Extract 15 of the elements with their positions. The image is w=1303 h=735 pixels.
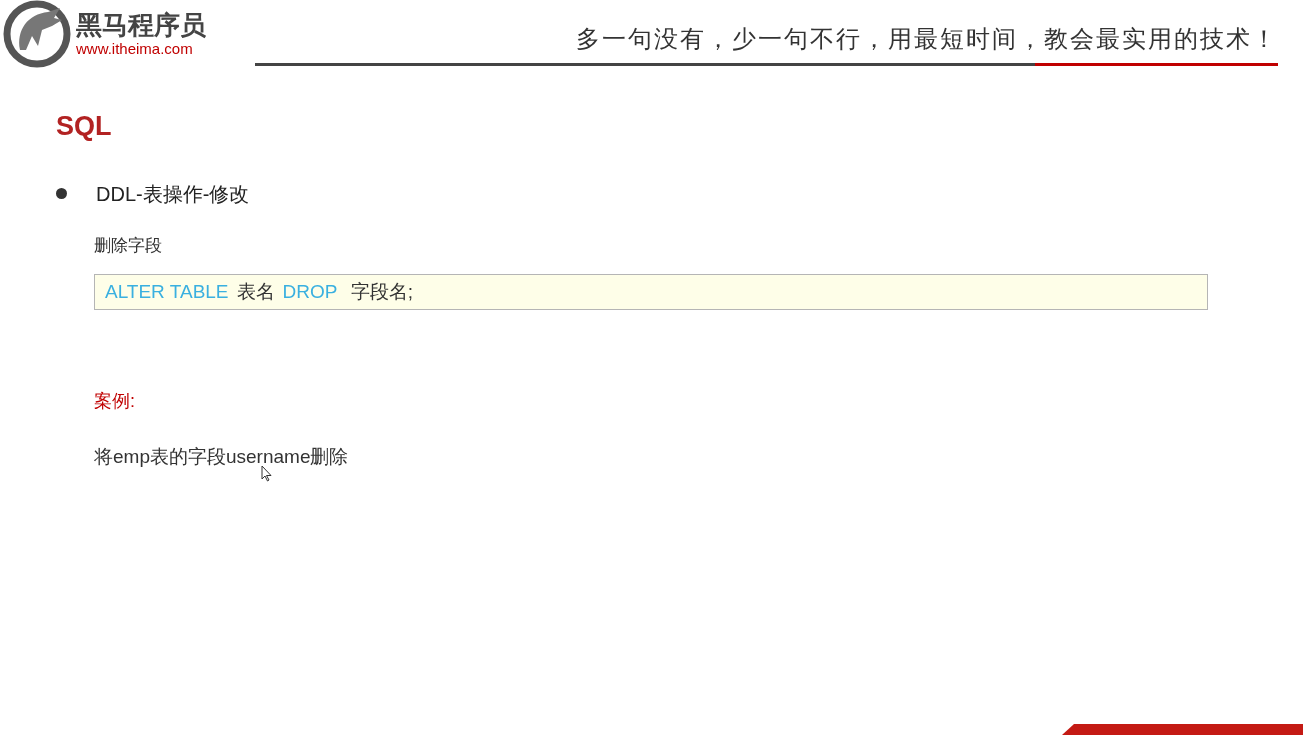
slogan: 多一句没有，少一句不行，用最短时间，教会最实用的技术！ [576, 24, 1278, 55]
horse-logo-icon [2, 0, 72, 68]
bullet-heading: DDL-表操作-修改 [96, 181, 250, 207]
code-keyword: DROP [282, 279, 338, 304]
subtitle: 删除字段 [94, 234, 163, 257]
code-text: 表名 [236, 279, 275, 304]
code-text: 字段名; [349, 279, 413, 304]
case-text: 将emp表的字段username删除 [94, 445, 350, 469]
case-label: 案例: [94, 390, 136, 413]
bullet-icon [56, 188, 67, 199]
brand-url: www.itheima.com [76, 40, 194, 58]
slide-title: SQL [56, 110, 113, 143]
code-keyword: ALTER TABLE [105, 279, 229, 304]
cursor-icon [261, 465, 272, 482]
brand-name: 黑马程序员 [76, 10, 206, 40]
